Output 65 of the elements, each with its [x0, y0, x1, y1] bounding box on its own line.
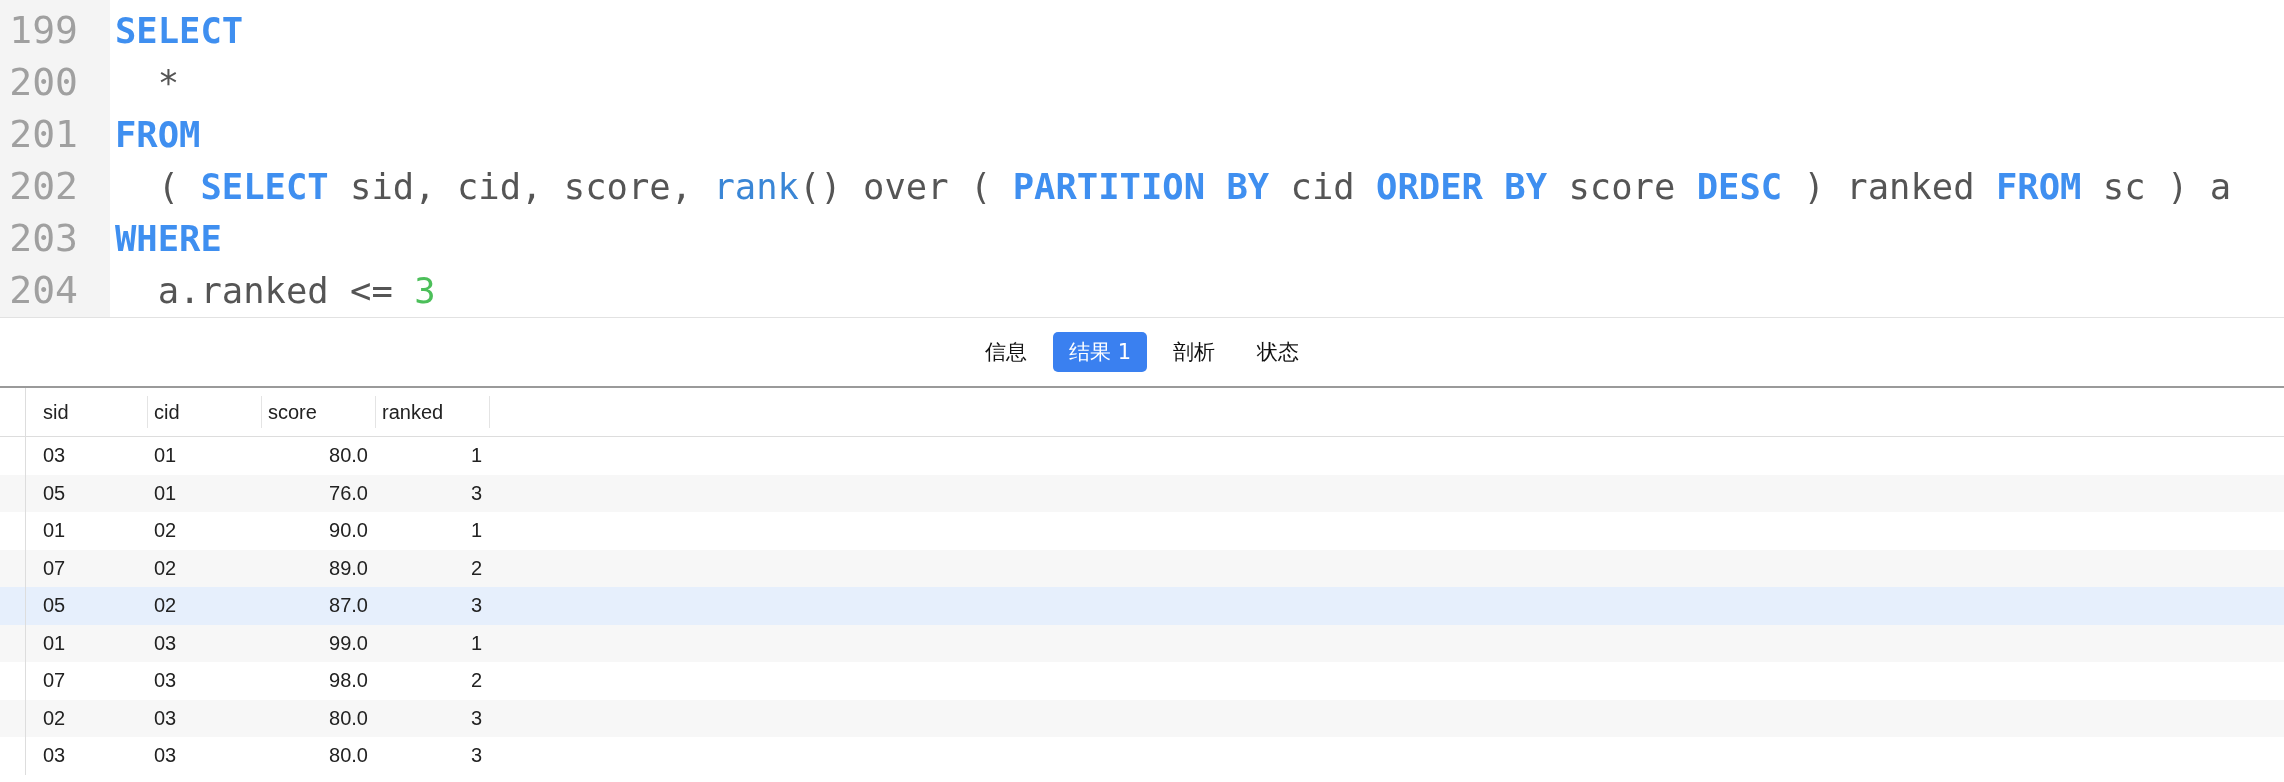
table-cell: 01 [43, 631, 66, 655]
table-cell: 02 [154, 556, 177, 580]
line-number: 204 [8, 268, 79, 312]
code-line: * [156, 61, 180, 103]
table-cell: 3 [470, 481, 482, 505]
line-number: 200 [8, 60, 79, 104]
table-cell: 99.0 [329, 631, 368, 655]
code-line: WHERE [115, 217, 222, 259]
table-row[interactable]: 07 03 98.0 2 [0, 662, 2284, 700]
table-cell: 07 [43, 669, 66, 693]
code-line: ( SELECT sid, cid, score, rank() over ( PARTITION BY cid ORDER BY score DESC ) ranked FROM sc ) a [156, 165, 2232, 207]
table-cell: 3 [470, 594, 482, 618]
table-cell: 1 [470, 519, 482, 543]
table-row[interactable]: 05 01 76.0 3 [0, 474, 2284, 512]
table-row[interactable]: 03 03 80.0 3 [0, 737, 2284, 775]
result-tab[interactable]: 信息 [968, 332, 1043, 372]
table-cell: 76.0 [329, 481, 368, 505]
table-cell: 05 [43, 594, 66, 618]
table-cell: 98.0 [329, 669, 368, 693]
table-row[interactable]: 07 02 89.0 2 [0, 549, 2284, 587]
code-line: a.ranked <= 3 [156, 269, 436, 311]
column-header[interactable]: sid [26, 396, 148, 428]
column-header[interactable]: score [262, 396, 376, 428]
table-cell: 02 [154, 519, 177, 543]
table-cell: 1 [470, 444, 482, 468]
table-cell: 07 [43, 556, 66, 580]
table-cell: 05 [43, 481, 66, 505]
table-cell: 02 [154, 594, 177, 618]
table-cell: 80.0 [329, 706, 368, 730]
table-cell: 80.0 [329, 744, 368, 768]
table-cell: 03 [43, 744, 66, 768]
table-cell: 2 [470, 669, 482, 693]
table-cell: 03 [154, 669, 177, 693]
column-header[interactable]: cid [148, 396, 262, 428]
code-line: SELECT [115, 9, 244, 51]
table-cell: 90.0 [329, 519, 368, 543]
result-tab[interactable]: 状态 [1241, 332, 1315, 372]
table-cell: 1 [470, 631, 482, 655]
table-cell: 80.0 [329, 444, 368, 468]
table-cell: 3 [470, 706, 482, 730]
table-row[interactable]: 01 02 90.0 1 [0, 512, 2284, 550]
table-cell: 03 [154, 744, 177, 768]
table-row[interactable]: 03 01 80.0 1 [0, 437, 2284, 475]
table-cell: 03 [43, 444, 66, 468]
table-cell: 02 [43, 706, 66, 730]
table-cell: 01 [43, 519, 66, 543]
table-row[interactable]: 01 03 99.0 1 [0, 624, 2284, 662]
table-cell: 87.0 [329, 594, 368, 618]
table-cell: 03 [154, 631, 177, 655]
line-number: 199 [8, 8, 79, 52]
table-cell: 03 [154, 706, 177, 730]
result-tab[interactable]: 剖析 [1157, 332, 1231, 372]
table-row[interactable]: 02 03 80.0 3 [0, 699, 2284, 737]
table-cell: 01 [154, 444, 177, 468]
code-line: FROM [115, 113, 201, 155]
table-row[interactable]: 05 02 87.0 3 [0, 587, 2284, 625]
line-number: 201 [8, 112, 79, 156]
result-tab[interactable]: 结果 1 [1052, 332, 1147, 372]
table-cell: 2 [470, 556, 482, 580]
table-cell: 89.0 [329, 556, 368, 580]
column-header[interactable]: ranked [376, 396, 490, 428]
line-number: 203 [8, 216, 79, 260]
line-number: 202 [8, 164, 79, 208]
table-cell: 3 [470, 744, 482, 768]
table-cell: 01 [154, 481, 177, 505]
